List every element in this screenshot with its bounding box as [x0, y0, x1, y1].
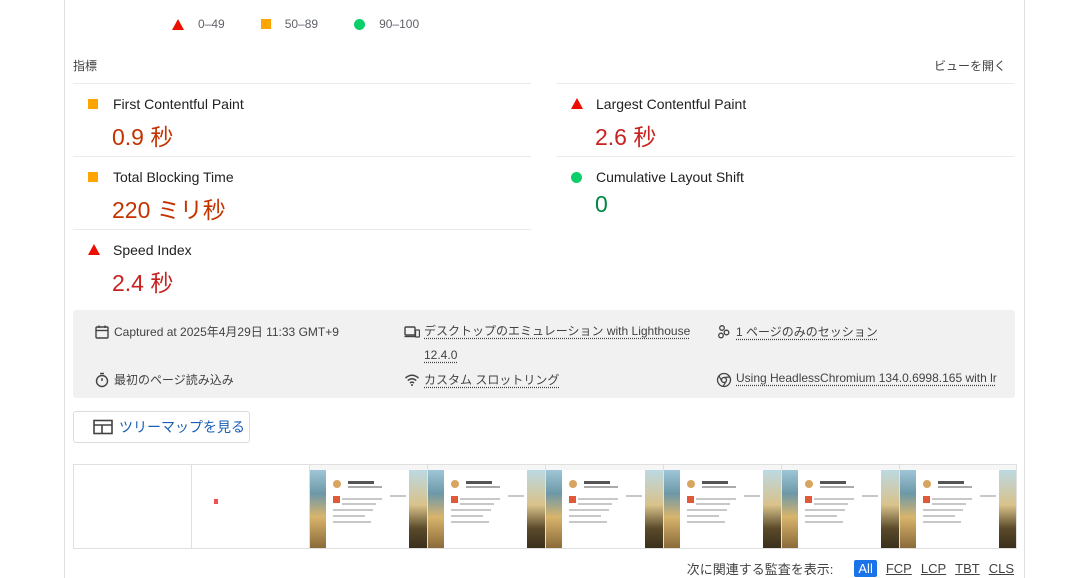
- load-info: 最初のページ読み込み: [94, 371, 234, 388]
- emulation-link[interactable]: デスクトップのエミュレーション with Lighthouse: [424, 319, 690, 343]
- load-text: 最初のページ読み込み: [114, 373, 234, 387]
- metric-fcp: First Contentful Paint 0.9 秒: [73, 83, 531, 156]
- filter-chip-all[interactable]: All: [854, 560, 877, 577]
- square-icon: [88, 172, 98, 182]
- metric-value: 2.4 秒: [112, 270, 174, 296]
- metrics-header: 指標 ビューを開く: [73, 57, 1016, 77]
- triangle-icon: [88, 244, 100, 255]
- expand-view-toggle[interactable]: ビューを開く: [934, 57, 1006, 74]
- session-link[interactable]: 1 ページのみのセッション: [736, 323, 878, 340]
- stopwatch-icon: [95, 372, 109, 388]
- captured-text: Captured at 2025年4月29日 11:33 GMT+9: [114, 325, 339, 339]
- metric-value: 0.9 秒: [112, 124, 174, 150]
- metrics-title: 指標: [73, 59, 98, 73]
- filmstrip-frame: [192, 465, 310, 548]
- browser-info: Using HeadlessChromium 134.0.6998.165 wi…: [716, 371, 997, 388]
- legend-label: 50–89: [284, 17, 319, 31]
- metric-name: Total Blocking Time: [113, 169, 234, 185]
- metric-value: 220 ミリ秒: [112, 197, 226, 223]
- circle-icon: [354, 18, 366, 30]
- users-icon: [718, 325, 730, 339]
- report-panel: 0–49 50–89 90–100 指標 ビューを開く First Conten…: [64, 0, 1025, 578]
- calendar-icon: [95, 325, 109, 339]
- treemap-icon: [93, 419, 113, 435]
- devices-icon: [404, 326, 420, 338]
- filmstrip-frame: [310, 465, 428, 548]
- captured-at: Captured at 2025年4月29日 11:33 GMT+9: [94, 323, 339, 340]
- filter-chip-lcp[interactable]: LCP: [921, 561, 946, 576]
- metric-lcp: Largest Contentful Paint 2.6 秒: [556, 83, 1014, 156]
- legend-label: 90–100: [379, 17, 420, 31]
- emulation-version[interactable]: 12.4.0: [424, 343, 690, 367]
- filmstrip-frame: [900, 465, 1016, 548]
- square-icon: [260, 19, 271, 29]
- view-treemap-button[interactable]: ツリーマップを見る: [73, 411, 250, 443]
- treemap-button-label: ツリーマップを見る: [119, 419, 245, 435]
- legend-item-pass: 90–100: [354, 17, 419, 31]
- legend-item-fail: 0–49: [172, 17, 225, 31]
- metric-name: Cumulative Layout Shift: [596, 169, 744, 185]
- circle-icon: [571, 172, 582, 183]
- square-icon: [88, 99, 98, 109]
- metric-name: First Contentful Paint: [113, 96, 244, 112]
- loading-indicator: [214, 499, 218, 504]
- filter-chip-cls[interactable]: CLS: [989, 561, 1014, 576]
- filter-label: 次に関連する監査を表示:: [686, 562, 834, 577]
- metric-value: 2.6 秒: [595, 124, 657, 150]
- throttling-link[interactable]: カスタム スロットリング: [424, 371, 559, 388]
- chrome-icon: [716, 372, 732, 388]
- metric-tbt: Total Blocking Time 220 ミリ秒: [73, 156, 531, 229]
- emulation-info: デスクトップのエミュレーション with Lighthouse 12.4.0: [404, 323, 690, 367]
- metric-cls: Cumulative Layout Shift 0: [556, 156, 1014, 229]
- metric-name: Largest Contentful Paint: [596, 96, 747, 112]
- legend-item-average: 50–89: [260, 17, 319, 31]
- filter-chip-fcp[interactable]: FCP: [886, 561, 912, 576]
- filter-chip-tbt[interactable]: TBT: [955, 561, 980, 576]
- filmstrip-frame: [74, 465, 192, 548]
- session-info: 1 ページのみのセッション: [716, 323, 878, 340]
- filmstrip-frame: [546, 465, 664, 548]
- triangle-icon: [571, 98, 583, 109]
- audit-filter: 次に関連する監査を表示: All FCP LCP TBT CLS: [687, 559, 1014, 578]
- filmstrip-frame: [664, 465, 782, 548]
- filmstrip-frame: [428, 465, 546, 548]
- filmstrip-frame: [782, 465, 900, 548]
- metric-name: Speed Index: [113, 242, 192, 258]
- score-legend: 0–49 50–89 90–100: [172, 17, 455, 31]
- filmstrip: [73, 464, 1017, 549]
- metric-speed-index: Speed Index 2.4 秒: [73, 229, 531, 302]
- throttling-info: カスタム スロットリング: [404, 371, 559, 388]
- triangle-icon: [172, 18, 184, 30]
- metric-value: 0: [595, 191, 608, 217]
- run-info-panel: Captured at 2025年4月29日 11:33 GMT+9 デスクトッ…: [73, 310, 1015, 398]
- legend-label: 0–49: [198, 17, 225, 31]
- wifi-icon: [405, 374, 419, 386]
- browser-link[interactable]: Using HeadlessChromium 134.0.6998.165 wi…: [736, 371, 997, 385]
